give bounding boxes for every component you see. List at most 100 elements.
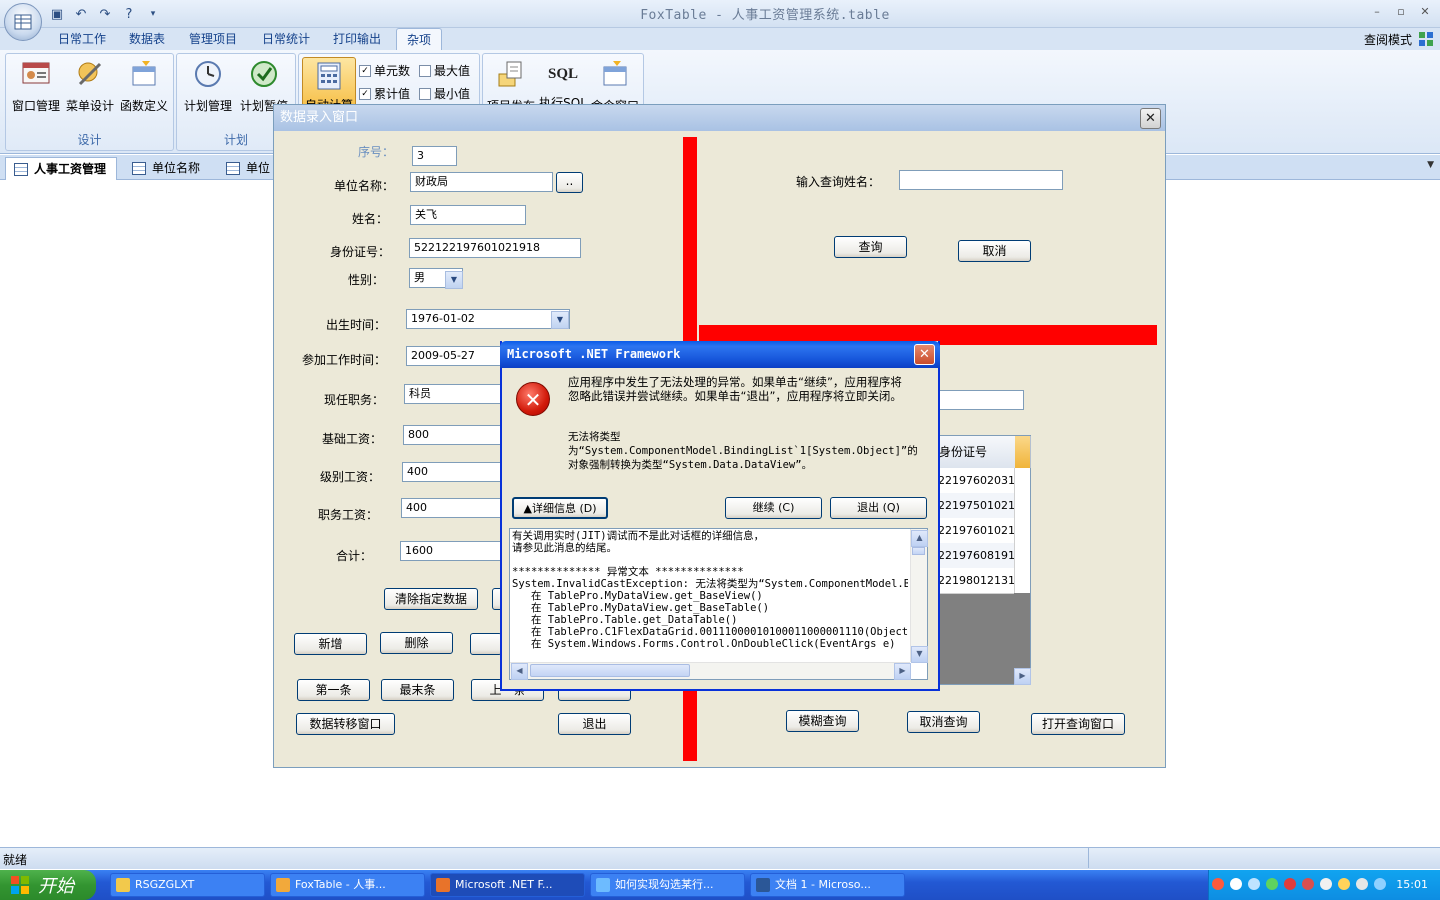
unit-name-input[interactable]: 财政局 <box>410 172 553 192</box>
cumulative-checkbox[interactable]: ✓ 累计值 <box>359 85 410 102</box>
menu-design-button[interactable]: 菜单设计 <box>64 58 116 114</box>
chevron-down-icon[interactable]: ▼ <box>445 271 463 289</box>
clear-data-button[interactable]: 清除指定数据 <box>384 588 478 610</box>
exit-button[interactable]: 退出 <box>558 713 631 735</box>
menu-design-icon <box>78 62 102 86</box>
tab-manage-project[interactable]: 管理项目 <box>179 28 247 50</box>
tab-data-table[interactable]: 数据表 <box>119 28 175 50</box>
scroll-up-icon[interactable]: ▲ <box>911 530 928 547</box>
total-input[interactable]: 1600 <box>400 541 502 561</box>
window-manage-label: 窗口管理 <box>11 99 60 113</box>
name-input[interactable]: 关飞 <box>410 205 526 225</box>
auto-calc-button[interactable]: 自动计算 <box>302 57 356 109</box>
start-button[interactable]: 开始 <box>0 870 96 900</box>
tray-network-icon[interactable] <box>1248 878 1260 890</box>
command-window-icon <box>603 61 627 86</box>
last-record-button[interactable]: 最末条 <box>381 679 454 701</box>
tray-chat-icon[interactable] <box>1338 878 1350 890</box>
window-manage-button[interactable]: 窗口管理 <box>10 58 62 114</box>
tray-app-icon[interactable] <box>1212 878 1224 890</box>
scroll-down-icon[interactable]: ▼ <box>911 646 928 663</box>
min-checkbox[interactable]: 最小值 <box>419 85 470 102</box>
doc-tab-unit[interactable]: 单位 <box>218 157 280 179</box>
plan-manage-button[interactable]: 计划管理 <box>180 58 236 114</box>
tray-collapse-icon[interactable] <box>1230 878 1242 890</box>
grid-header-id[interactable]: 身份证号 <box>939 436 1016 468</box>
app-menu-button[interactable] <box>4 3 42 41</box>
continue-button[interactable]: 继续 (C) <box>725 497 822 519</box>
function-define-button[interactable]: 函数定义 <box>118 58 170 114</box>
base-salary-label: 基础工资： <box>321 432 382 446</box>
grid-cell[interactable]: 22197501021 <box>938 493 1014 519</box>
grid-cell[interactable]: 22198012131 <box>938 568 1014 594</box>
taskbar-item-dotnet[interactable]: Microsoft .NET F... <box>430 873 585 897</box>
tray-antivirus-icon[interactable] <box>1302 878 1314 890</box>
grid-scroll-right-icon[interactable]: ▶ <box>1014 668 1031 685</box>
tab-misc[interactable]: 杂项 <box>396 28 443 51</box>
unit-browse-button[interactable]: .. <box>556 172 583 193</box>
fuzzy-query-button[interactable]: 模糊查询 <box>786 710 859 732</box>
current-post-input[interactable]: 科员 <box>404 384 502 404</box>
horizontal-scroll-thumb[interactable] <box>530 664 690 677</box>
taskbar-item-foxtable[interactable]: FoxTable - 人事... <box>270 873 425 897</box>
scroll-left-icon[interactable]: ◀ <box>511 663 528 680</box>
scroll-right-icon[interactable]: ▶ <box>894 663 911 680</box>
id-number-input[interactable]: 522122197601021918 <box>409 238 581 258</box>
tray-security-icon[interactable] <box>1284 878 1296 890</box>
cancel-button[interactable]: 取消 <box>958 240 1031 262</box>
doc-tab-hr-payroll[interactable]: 人事工资管理 <box>5 157 118 180</box>
query-result-input[interactable] <box>938 390 1024 410</box>
taskbar-clock[interactable]: 15:01 <box>1396 878 1428 891</box>
seq-input[interactable]: 3 <box>412 146 457 166</box>
open-query-window-button[interactable]: 打开查询窗口 <box>1031 713 1125 735</box>
grid-cell[interactable]: 22197601021 <box>938 518 1014 544</box>
error-dialog-title: Microsoft .NET Framework <box>500 341 940 368</box>
sql-icon: SQL <box>547 66 578 82</box>
tab-daily-stats[interactable]: 日常统计 <box>252 28 320 50</box>
cell-count-checkbox[interactable]: ✓ 单元数 <box>359 62 410 79</box>
data-transfer-window-button[interactable]: 数据转移窗口 <box>296 713 395 735</box>
view-mode-icon[interactable] <box>1418 31 1434 47</box>
minimize-button[interactable]: – <box>1368 4 1386 20</box>
partial-button[interactable] <box>470 633 502 655</box>
query-button[interactable]: 查询 <box>834 236 907 258</box>
first-record-button[interactable]: 第一条 <box>297 679 370 701</box>
work-start-picker[interactable]: 2009-05-27 <box>406 346 502 366</box>
vertical-scroll-thumb[interactable] <box>912 547 925 555</box>
level-salary-input[interactable]: 400 <box>402 462 502 482</box>
quit-button[interactable]: 退出 (Q) <box>830 497 927 519</box>
error-details-text[interactable]: 有关调用实时(JIT)调试而不是此对话框的详细信息， 请参见此消息的结尾。 **… <box>512 530 908 652</box>
doc-tab-unit-name[interactable]: 单位名称 <box>124 157 210 179</box>
tray-update-icon[interactable] <box>1266 878 1278 890</box>
taskbar-item-label: 如何实现勾选某行... <box>615 878 714 891</box>
chevron-down-icon[interactable]: ▼ <box>551 311 569 329</box>
tray-help-icon[interactable] <box>1374 878 1386 890</box>
grid-header-next[interactable] <box>1015 436 1031 468</box>
tabs-dropdown-icon[interactable]: ▼ <box>1427 160 1434 170</box>
birth-date-picker[interactable]: 1976-01-02 <box>406 309 570 329</box>
close-button[interactable]: ✕ <box>1416 4 1434 20</box>
tray-ime-icon[interactable] <box>1320 878 1332 890</box>
max-checkbox[interactable]: 最大值 <box>419 62 470 79</box>
grid-cell[interactable]: 22197602031 <box>938 468 1014 494</box>
add-button[interactable]: 新增 <box>294 633 367 655</box>
error-dialog-close-button[interactable]: ✕ <box>914 344 935 365</box>
taskbar-item-rsgzglxt[interactable]: RSGZGLXT <box>110 873 265 897</box>
cancel-query-button[interactable]: 取消查询 <box>907 711 980 733</box>
query-name-input[interactable] <box>899 170 1063 190</box>
tab-daily-work[interactable]: 日常工作 <box>48 28 116 50</box>
taskbar-item-word[interactable]: 文档 1 - Microso... <box>750 873 905 897</box>
details-button[interactable]: ▲详细信息 (D) <box>512 497 608 519</box>
base-salary-input[interactable]: 800 <box>403 425 502 445</box>
grid-cell[interactable]: 22197608191 <box>938 543 1014 569</box>
data-entry-close-button[interactable]: ✕ <box>1140 108 1161 129</box>
folder-icon <box>116 878 130 892</box>
restore-button[interactable]: ▫ <box>1392 4 1410 20</box>
tray-volume-icon[interactable] <box>1356 878 1368 890</box>
tab-print-output[interactable]: 打印输出 <box>323 28 391 50</box>
delete-button[interactable]: 删除 <box>380 632 453 654</box>
duty-salary-input[interactable]: 400 <box>401 498 502 518</box>
taskbar-item-browser[interactable]: 如何实现勾选某行... <box>590 873 745 897</box>
doc-tab-label: 单位名称 <box>152 161 201 175</box>
view-mode-label[interactable]: 查阅模式 <box>1364 31 1412 48</box>
